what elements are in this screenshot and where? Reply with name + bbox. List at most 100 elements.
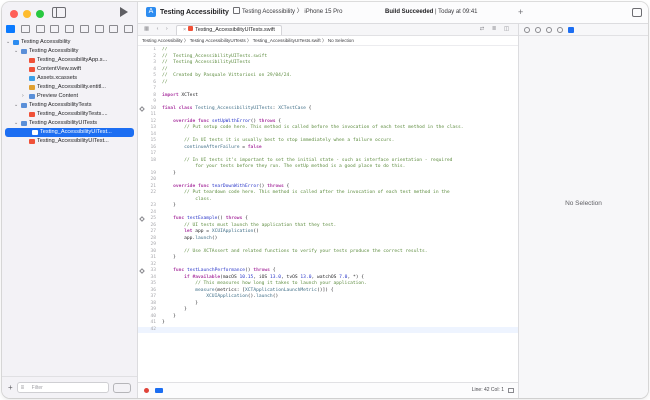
sidebar-item[interactable]: ⌄ Testing AccessibilityTests xyxy=(2,101,137,110)
accessibility-inspector-icon[interactable] xyxy=(557,26,563,33)
sidebar-item-label: Assets.xcassets xyxy=(37,75,78,81)
disclosure-open-icon[interactable]: ⌄ xyxy=(14,119,18,128)
folder-icon xyxy=(21,103,27,108)
window-controls xyxy=(10,10,44,18)
add-file-icon[interactable]: + xyxy=(8,383,13,392)
app-icon: A xyxy=(146,7,156,17)
close-tab-icon[interactable]: × xyxy=(183,27,186,33)
editor-options-icon[interactable]: ⇄ ≣ ◫ xyxy=(480,24,512,35)
sidebar-item[interactable]: Testing_Accessibility.entitl... xyxy=(2,83,137,92)
sidebar-item-label: Testing Accessibility xyxy=(29,48,79,54)
debug-icon[interactable] xyxy=(94,25,104,33)
quick-help-icon[interactable] xyxy=(546,26,552,33)
no-selection-label: No Selection xyxy=(565,200,602,207)
scheme-icon xyxy=(233,7,240,14)
swift-file-icon xyxy=(188,26,194,31)
sidebar-item-label: Preview Content xyxy=(37,93,79,99)
sidebar-item[interactable]: › Preview Content xyxy=(2,92,137,101)
inspector-pane: No Selection xyxy=(518,24,648,398)
sidebar-item[interactable]: Testing_AccessibilityApp.s... xyxy=(2,56,137,65)
inspector-toggle-icon[interactable] xyxy=(632,8,642,17)
disclosure-open-icon[interactable]: ⌄ xyxy=(14,101,18,110)
code-area[interactable]: 1//2// Testing_AccessibilityUITests.swif… xyxy=(138,47,518,382)
disclosure-open-icon[interactable]: ⌄ xyxy=(14,47,18,56)
back-forward-icon[interactable]: ▦ ‹ › xyxy=(144,24,171,35)
swift-icon xyxy=(29,112,35,117)
sidebar-item[interactable]: Testing_AccessibilityUITest... xyxy=(5,128,134,137)
navigator-footer: + Filter xyxy=(2,376,137,398)
issue-indicator-icon[interactable] xyxy=(144,388,149,393)
assets-icon xyxy=(29,76,35,81)
run-button[interactable] xyxy=(120,7,128,17)
navigator-tabs xyxy=(6,22,133,36)
sidebar-item-label: Testing_AccessibilityUITest... xyxy=(40,129,112,135)
minimize-window-button[interactable] xyxy=(23,10,31,18)
sidebar-item[interactable]: ⌄ Testing Accessibility xyxy=(2,47,137,56)
disclosure-open-icon[interactable]: ⌄ xyxy=(6,38,10,47)
filter-input[interactable]: Filter xyxy=(16,382,109,393)
add-library-button[interactable]: + xyxy=(518,2,523,23)
swift-icon xyxy=(29,139,35,144)
test-icon[interactable] xyxy=(79,25,89,33)
xcode-window: ⌄ Testing Accessibility ⌄ Testing Accessibi… xyxy=(2,2,648,398)
zoom-window-button[interactable] xyxy=(36,10,44,18)
sidebar-item[interactable]: ⌄ Testing AccessibilityUITests xyxy=(2,119,137,128)
swift-icon xyxy=(32,130,38,135)
swift-icon xyxy=(29,67,35,72)
sidebar-item-label: ContentView.swift xyxy=(37,66,82,72)
bookmark-icon[interactable] xyxy=(35,25,45,33)
jump-bar[interactable]: Testing Accessibility 〉 Testing Accessib… xyxy=(138,36,518,46)
editor-tab[interactable]: × Testing_AccessibilityUITests.swift xyxy=(176,25,282,35)
device-label[interactable]: iPhone 15 Pro xyxy=(304,9,342,15)
project-title: Testing Accessibility xyxy=(160,9,229,16)
issue-icon[interactable] xyxy=(65,25,74,33)
sidebar-item[interactable]: Testing_AccessibilityUITest... xyxy=(2,137,137,146)
sidebar-item-label: Testing AccessibilityUITests xyxy=(29,120,98,126)
close-window-button[interactable] xyxy=(10,10,18,18)
folder-icon xyxy=(21,49,27,54)
sidebar-item-label: Testing_AccessibilityTests.... xyxy=(37,111,108,117)
debug-area-toggle-icon[interactable] xyxy=(508,388,514,393)
folder-icon xyxy=(29,94,35,99)
build-status-time: | Today at 09:41 xyxy=(435,9,478,15)
project-icon xyxy=(13,40,19,45)
history-inspector-icon[interactable] xyxy=(535,26,541,33)
breakpoints-toggle-icon[interactable] xyxy=(155,388,163,393)
sidebar-item-label: Testing AccessibilityTests xyxy=(29,102,92,108)
sidebar-item[interactable]: Testing_AccessibilityTests.... xyxy=(2,110,137,119)
sidebar-item-label: Testing_AccessibilityApp.s... xyxy=(37,57,108,63)
folder-navigator-icon[interactable] xyxy=(6,25,15,33)
sidebar-item[interactable]: Assets.xcassets xyxy=(2,74,137,83)
tab-label: Testing_AccessibilityUITests.swift xyxy=(195,27,275,33)
source-control-icon[interactable] xyxy=(20,25,30,33)
sidebar-item-label: Testing Accessibility xyxy=(21,39,71,45)
scheme-separator: 〉 xyxy=(296,9,303,15)
build-status-result: Build Succeeded xyxy=(385,9,434,15)
attributes-inspector-icon[interactable] xyxy=(568,26,574,33)
code-line[interactable]: 42 xyxy=(138,326,518,333)
file-tree: ⌄ Testing Accessibility ⌄ Testing Accessibi… xyxy=(2,38,137,146)
inspector-tabs xyxy=(519,24,648,36)
line-number: 42 xyxy=(150,326,156,332)
source-editor: ▦ ‹ › × Testing_AccessibilityUITests.swif… xyxy=(138,24,518,398)
swift-icon xyxy=(29,58,35,63)
report-icon[interactable] xyxy=(124,25,133,33)
file-inspector-icon[interactable] xyxy=(524,26,530,33)
breakpoint-icon[interactable] xyxy=(109,25,119,33)
file-icon xyxy=(29,85,35,90)
editor-tab-bar: ▦ ‹ › × Testing_AccessibilityUITests.swif… xyxy=(138,24,518,36)
scheme-target: Testing Accessibility xyxy=(242,9,296,15)
disclosure-closed-icon[interactable]: › xyxy=(22,92,24,101)
scheme-selector[interactable]: Testing Accessibility 〉 iPhone 15 Pro xyxy=(233,6,342,19)
cursor-position: Line: 42 Col: 1 xyxy=(471,387,504,393)
sidebar-toggle-icon[interactable] xyxy=(52,7,66,18)
folder-icon xyxy=(21,121,27,126)
find-icon[interactable] xyxy=(50,25,60,33)
sidebar-item[interactable]: ⌄ Testing Accessibility xyxy=(2,38,137,47)
project-navigator: ⌄ Testing Accessibility ⌄ Testing Accessibi… xyxy=(2,2,138,398)
build-status: Build Succeeded | Today at 09:41 xyxy=(385,2,478,23)
sidebar-item-label: Testing_Accessibility.entitl... xyxy=(37,84,106,90)
sidebar-item[interactable]: ContentView.swift xyxy=(2,65,137,74)
recent-files-filter-icon[interactable] xyxy=(113,382,131,393)
toolbar: A Testing Accessibility Testing Accessib… xyxy=(138,2,648,24)
